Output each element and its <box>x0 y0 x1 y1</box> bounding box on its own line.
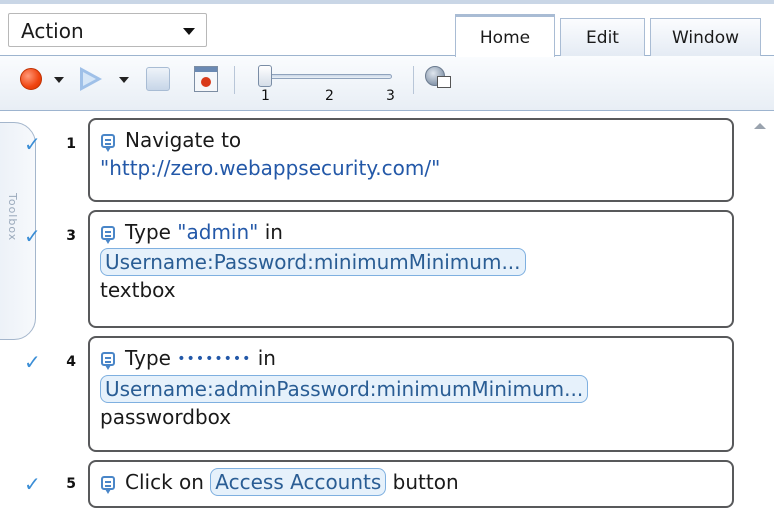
step-check-icon: ✓ <box>24 132 41 156</box>
step-action-text: Navigate to <box>125 128 242 152</box>
step-connector-text: in <box>264 220 283 244</box>
action-dropdown-label: Action <box>21 19 84 43</box>
step-card[interactable]: Click on Access Accounts button <box>88 460 734 508</box>
toolbar-divider <box>413 66 414 94</box>
comment-icon <box>101 134 115 152</box>
toolbox-label: Toolbox <box>6 193 19 242</box>
object-reference-chip[interactable]: Username:Password:minimumMinimum... <box>100 248 526 276</box>
step-check-icon: ✓ <box>24 472 41 496</box>
step-number: 4 <box>66 354 76 370</box>
vertical-scrollbar[interactable] <box>747 112 774 519</box>
record-button[interactable] <box>18 64 68 94</box>
toolbar-divider <box>234 66 235 94</box>
step-masked-value[interactable]: •••••••• <box>177 351 251 367</box>
step-action-text: Click on <box>125 470 204 494</box>
comment-icon <box>101 226 115 244</box>
speed-tick-3: 3 <box>386 88 395 104</box>
comment-icon <box>101 476 115 494</box>
record-screen-button[interactable] <box>194 66 218 92</box>
step-check-icon: ✓ <box>24 350 41 374</box>
step-card[interactable]: Type "admin" in Username:Password:minimu… <box>88 210 734 328</box>
object-spy-button[interactable] <box>424 65 454 95</box>
stop-button[interactable] <box>146 67 170 91</box>
play-icon-highlight <box>83 72 96 86</box>
speed-slider[interactable]: 1 2 3 <box>258 62 398 108</box>
speed-tick-2: 2 <box>325 88 334 104</box>
step-card[interactable]: Type •••••••• in Username:adminPassword:… <box>88 336 734 452</box>
step-object-type: button <box>392 470 459 494</box>
action-dropdown[interactable]: Action <box>8 13 207 47</box>
tab-window[interactable]: Window <box>650 18 761 57</box>
header-bar: Action Home Edit Window <box>0 4 774 57</box>
run-button[interactable] <box>78 64 132 94</box>
step-object-type: textbox <box>100 278 176 302</box>
steps-panel: Toolbox ✓ 1 Navigate to "http://zero.web… <box>0 112 774 519</box>
tab-home[interactable]: Home <box>455 14 555 57</box>
chevron-down-icon <box>183 28 195 35</box>
step-check-icon: ✓ <box>24 224 41 248</box>
step-object-type: passwordbox <box>100 405 232 429</box>
comment-icon <box>101 352 115 370</box>
step-action-text: Type <box>125 346 171 370</box>
record-dot-icon <box>201 77 211 87</box>
step-number: 3 <box>66 228 76 244</box>
chevron-down-icon[interactable] <box>54 77 64 83</box>
document-icon <box>437 76 451 88</box>
speed-slider-thumb[interactable] <box>258 65 272 87</box>
record-icon <box>20 68 42 90</box>
speed-slider-track[interactable] <box>264 74 392 79</box>
speed-tick-1: 1 <box>261 88 270 104</box>
object-reference-chip[interactable]: Username:adminPassword:minimumMinimum... <box>100 375 589 403</box>
object-reference-chip[interactable]: Access Accounts <box>210 468 387 496</box>
toolbar: 1 2 3 <box>0 56 774 111</box>
record-screen-icon <box>195 67 217 72</box>
step-card[interactable]: Navigate to "http://zero.webappsecurity.… <box>88 118 734 202</box>
step-typed-value[interactable]: "admin" <box>177 220 258 244</box>
chevron-down-icon[interactable] <box>119 77 129 83</box>
step-url-value[interactable]: "http://zero.webappsecurity.com/" <box>100 156 440 180</box>
step-number: 1 <box>66 136 76 152</box>
step-connector-text: in <box>257 346 276 370</box>
scroll-up-arrow-icon[interactable] <box>754 123 766 129</box>
step-action-text: Type <box>125 220 171 244</box>
step-number: 5 <box>66 476 76 492</box>
tab-edit[interactable]: Edit <box>560 18 645 57</box>
